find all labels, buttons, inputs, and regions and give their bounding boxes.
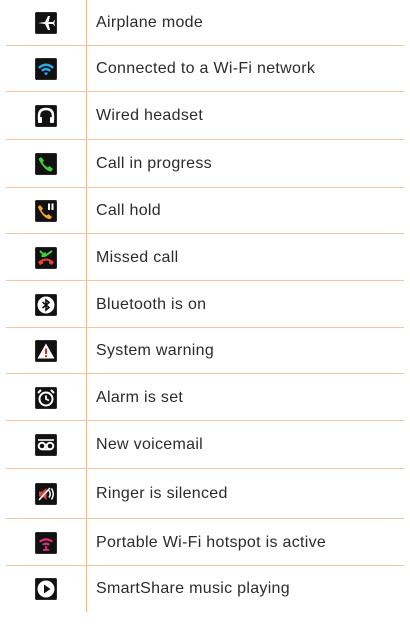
ringer-silenced-icon (35, 483, 57, 505)
row-label: Bluetooth is on (86, 281, 404, 328)
hotspot-icon (35, 531, 57, 554)
row-label: SmartShare music playing (86, 566, 404, 612)
row-label: System warning (86, 328, 404, 374)
row-label: Ringer is silenced (86, 469, 404, 519)
table-row: Connected to a Wi-Fi network (6, 46, 404, 92)
play-icon (35, 578, 57, 600)
status-icons-table: Airplane mode Connected to a Wi-Fi netwo… (6, 0, 404, 612)
table-row: SmartShare music playing (6, 566, 404, 612)
row-label: Missed call (86, 234, 404, 281)
airplane-icon (35, 12, 57, 34)
row-label: Connected to a Wi-Fi network (86, 46, 404, 92)
row-label: Alarm is set (86, 374, 404, 421)
wifi-connected-icon (35, 58, 57, 80)
warning-icon (35, 340, 57, 362)
table-row: Portable Wi-Fi hotspot is active (6, 519, 404, 566)
table-row: Alarm is set (6, 374, 404, 421)
row-label: Portable Wi-Fi hotspot is active (86, 519, 404, 566)
row-label: New voicemail (86, 421, 404, 469)
table-row: Ringer is silenced (6, 469, 404, 519)
alarm-icon (35, 386, 57, 409)
table-row: Call hold (6, 188, 404, 234)
call-in-progress-icon (35, 153, 57, 175)
table-row: Call in progress (6, 140, 404, 188)
table-row: Missed call (6, 234, 404, 281)
table-row: Bluetooth is on (6, 281, 404, 328)
row-label: Call hold (86, 188, 404, 234)
missed-call-icon (35, 246, 57, 269)
table-row: System warning (6, 328, 404, 374)
headset-icon (35, 105, 57, 127)
bluetooth-icon (35, 293, 57, 316)
row-label: Call in progress (86, 140, 404, 188)
row-label: Wired headset (86, 92, 404, 140)
table-row: New voicemail (6, 421, 404, 469)
call-hold-icon (35, 200, 57, 222)
table-row: Wired headset (6, 92, 404, 140)
voicemail-icon (35, 434, 57, 456)
table-row: Airplane mode (6, 0, 404, 46)
row-label: Airplane mode (86, 0, 404, 46)
